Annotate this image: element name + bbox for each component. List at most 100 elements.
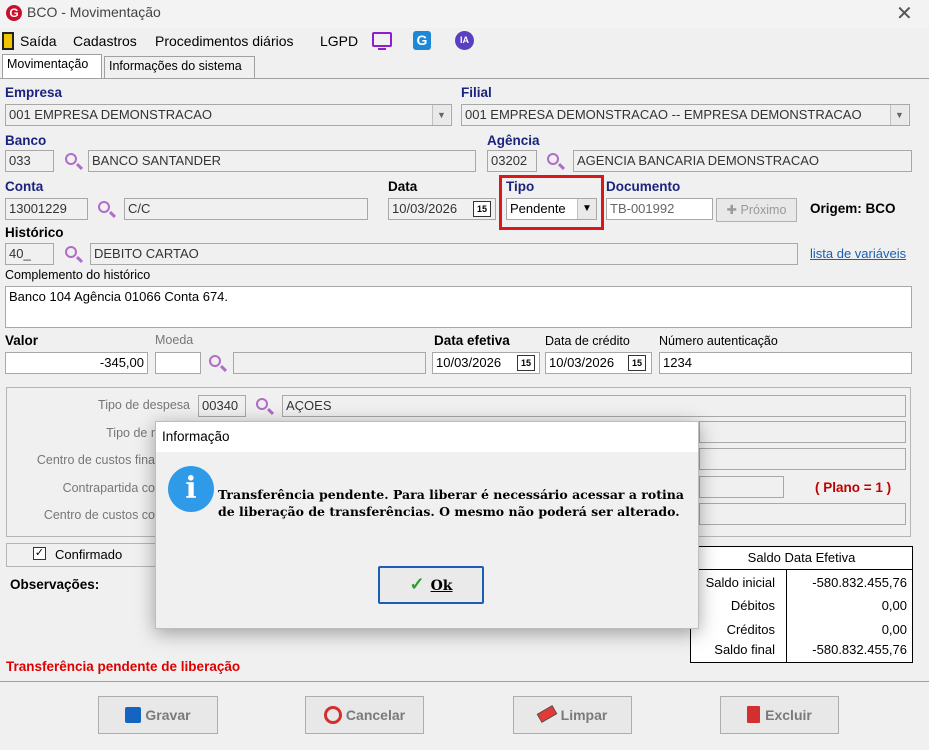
plano-label: ( Plano = 1 ) bbox=[815, 480, 892, 495]
ok-button[interactable]: ✓ Ok bbox=[378, 566, 484, 604]
tipo-despesa-name-field: AÇOES bbox=[282, 395, 906, 417]
agencia-label: Agência bbox=[487, 133, 540, 148]
menu-lgpd[interactable]: LGPD bbox=[320, 33, 358, 49]
contrapartida-field bbox=[699, 476, 784, 498]
centro-custos-fina-label: Centro de custos fina bbox=[36, 453, 155, 467]
app-logo-icon: G bbox=[6, 5, 22, 21]
filial-label: Filial bbox=[461, 85, 492, 100]
information-dialog: Informação i Transferência pendente. Par… bbox=[155, 421, 699, 629]
centro-custos-co-field bbox=[699, 503, 906, 525]
floppy-disk-icon bbox=[125, 707, 142, 723]
complemento-label: Complemento do histórico bbox=[5, 268, 151, 282]
observacoes-label: Observações: bbox=[10, 577, 100, 592]
tab-movimentacao[interactable]: Movimentação bbox=[2, 54, 102, 79]
cancelar-button[interactable]: Cancelar bbox=[305, 696, 424, 734]
valor-field[interactable]: -345,00 bbox=[5, 352, 148, 374]
plus-icon: ✚ bbox=[726, 203, 741, 217]
ia-icon[interactable]: IA bbox=[455, 31, 474, 50]
search-icon[interactable] bbox=[63, 151, 84, 171]
saldo-header: Saldo Data Efetiva bbox=[690, 546, 913, 570]
search-icon[interactable] bbox=[254, 396, 275, 416]
menu-procedimentos[interactable]: Procedimentos diários bbox=[155, 33, 294, 49]
saldo-value: -580.832.455,76 bbox=[812, 642, 907, 657]
moeda-label: Moeda bbox=[155, 333, 194, 347]
data-efetiva-label: Data efetiva bbox=[434, 333, 510, 348]
close-icon[interactable]: ✕ bbox=[896, 1, 913, 26]
tipo-r-label: Tipo de r bbox=[106, 426, 155, 440]
moeda-name-field bbox=[233, 352, 426, 374]
contrapartida-label: Contrapartida co bbox=[62, 481, 155, 495]
historico-code-field[interactable]: 40_ bbox=[5, 243, 54, 265]
saldo-label: Saldo inicial bbox=[705, 575, 775, 590]
search-icon[interactable] bbox=[96, 199, 117, 219]
origem-label: Origem: BCO bbox=[810, 201, 896, 216]
calendar-icon[interactable]: 15 bbox=[628, 355, 646, 371]
trash-icon bbox=[747, 706, 761, 723]
saldo-label: Débitos bbox=[730, 598, 775, 613]
numero-autenticacao-field[interactable]: 1234 bbox=[659, 352, 912, 374]
chevron-down-icon[interactable]: ▼ bbox=[890, 105, 908, 125]
monitor-icon[interactable] bbox=[372, 32, 392, 47]
banco-code-field[interactable]: 033 bbox=[5, 150, 54, 172]
valor-label: Valor bbox=[5, 333, 39, 348]
info-icon: i bbox=[168, 466, 214, 512]
chevron-down-icon[interactable]: ▼ bbox=[577, 199, 596, 219]
banco-name-field: BANCO SANTANDER bbox=[88, 150, 476, 172]
conta-name-field: C/C bbox=[124, 198, 368, 220]
saldo-divider bbox=[786, 570, 787, 663]
filial-select[interactable]: 001 EMPRESA DEMONSTRACAO -- EMPRESA DEMO… bbox=[461, 104, 910, 126]
centro-custos-field bbox=[699, 448, 906, 470]
documento-label: Documento bbox=[606, 179, 681, 194]
saldo-label: Saldo final bbox=[714, 642, 775, 657]
conta-code-field[interactable]: 13001229 bbox=[5, 198, 88, 220]
search-icon[interactable] bbox=[207, 353, 228, 373]
calendar-icon[interactable]: 15 bbox=[517, 355, 535, 371]
empresa-label: Empresa bbox=[5, 85, 63, 100]
search-icon[interactable] bbox=[63, 244, 84, 264]
chevron-down-icon[interactable]: ▼ bbox=[432, 105, 450, 125]
historico-label: Histórico bbox=[5, 225, 64, 240]
menu-cadastros[interactable]: Cadastros bbox=[73, 33, 137, 49]
numero-autenticacao-label: Número autenticação bbox=[659, 334, 778, 348]
banco-label: Banco bbox=[5, 133, 47, 148]
empresa-select[interactable]: 001 EMPRESA DEMONSTRACAO bbox=[5, 104, 452, 126]
data-label: Data bbox=[388, 179, 418, 194]
agencia-code-field[interactable]: 03202 bbox=[487, 150, 537, 172]
proximo-button[interactable]: ✚ Próximo bbox=[716, 198, 797, 222]
bottom-divider bbox=[0, 681, 929, 682]
cancel-icon bbox=[323, 706, 342, 724]
moeda-code-field[interactable] bbox=[155, 352, 201, 374]
lista-variaveis-link[interactable]: lista de variáveis bbox=[810, 246, 906, 261]
exit-door-icon[interactable] bbox=[2, 32, 14, 50]
tipo-despesa-code-field[interactable]: 00340 bbox=[198, 395, 246, 417]
checkmark-icon: ✓ bbox=[409, 574, 425, 595]
confirmado-label: Confirmado bbox=[55, 547, 123, 562]
centro-custos-co-label: Centro de custos co bbox=[43, 508, 155, 522]
dialog-title: Informação bbox=[156, 422, 698, 452]
historico-name-field: DEBITO CARTAO bbox=[90, 243, 798, 265]
saldo-label: Créditos bbox=[726, 622, 775, 637]
search-icon[interactable] bbox=[545, 151, 566, 171]
excluir-button[interactable]: Excluir bbox=[720, 696, 839, 734]
conta-label: Conta bbox=[5, 179, 44, 194]
g-logo-icon[interactable]: G bbox=[413, 31, 431, 50]
saldo-value: 0,00 bbox=[881, 622, 907, 637]
complemento-textarea[interactable]: Banco 104 Agência 01066 Conta 674. bbox=[5, 286, 912, 328]
gravar-button[interactable]: Gravar bbox=[98, 696, 218, 734]
monitor-stand-icon bbox=[378, 48, 386, 50]
tipo-r-field bbox=[699, 421, 906, 443]
menu-saida[interactable]: Saída bbox=[20, 33, 57, 49]
confirmado-checkbox[interactable]: ✓ bbox=[33, 547, 46, 560]
documento-field[interactable]: TB-001992 bbox=[606, 198, 713, 220]
dialog-message-line2: de liberação de transferências. O mesmo … bbox=[218, 504, 680, 519]
eraser-icon bbox=[536, 705, 557, 723]
title-bar: G BCO - Movimentação ✕ bbox=[0, 0, 929, 28]
limpar-button[interactable]: Limpar bbox=[513, 696, 632, 734]
dialog-message-line1: Transferência pendente. Para liberar é n… bbox=[218, 487, 684, 502]
saldo-value: -580.832.455,76 bbox=[812, 575, 907, 590]
calendar-icon[interactable]: 15 bbox=[473, 201, 491, 217]
data-credito-label: Data de crédito bbox=[545, 334, 630, 348]
status-text: Transferência pendente de liberação bbox=[6, 659, 241, 674]
tab-informacoes-sistema[interactable]: Informações do sistema bbox=[104, 56, 255, 78]
agencia-name-field: AGENCIA BANCARIA DEMONSTRACAO bbox=[573, 150, 912, 172]
